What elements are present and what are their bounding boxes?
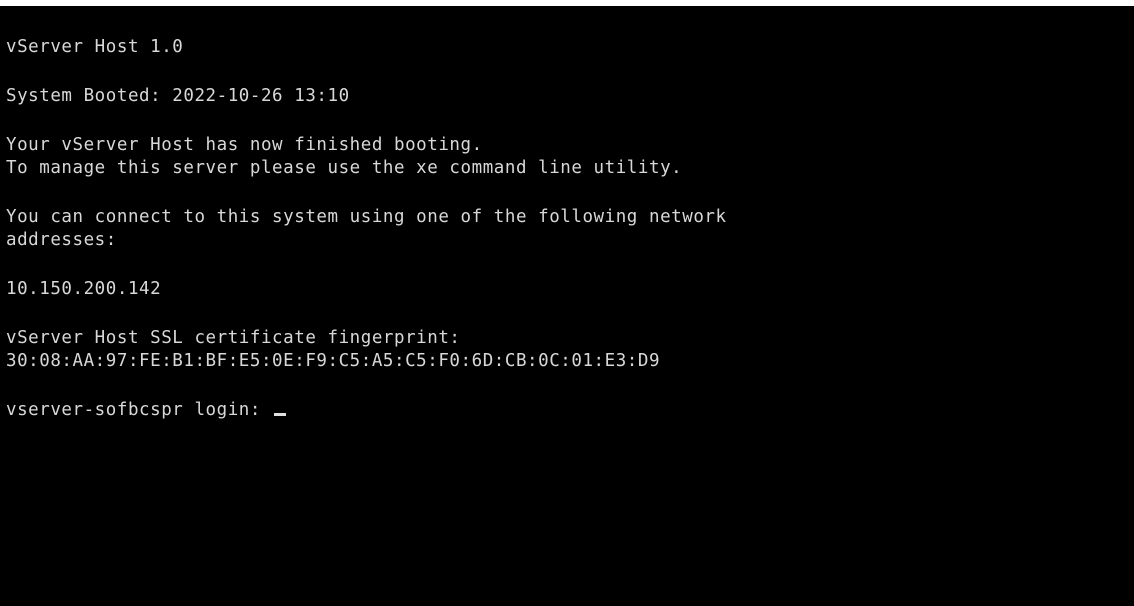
login-line[interactable]: vserver-sofbcspr login: — [6, 399, 287, 421]
host-title: vServer Host 1.0 — [6, 37, 184, 57]
text-cursor[interactable] — [274, 413, 287, 416]
boot-message: Your vServer Host has now finished booti… — [6, 135, 483, 155]
ssl-fingerprint: 30:08:AA:97:FE:B1:BF:E5:0E:F9:C5:A5:C5:F… — [6, 351, 661, 371]
ip-address: 10.150.200.142 — [6, 279, 162, 299]
ssl-fingerprint-label: vServer Host SSL certificate fingerprint… — [6, 328, 461, 348]
terminal-console[interactable]: vServer Host 1.0 System Booted: 2022-10-… — [0, 6, 1134, 606]
boot-time: System Booted: 2022-10-26 13:10 — [6, 86, 350, 106]
connect-info: You can connect to this system using one… — [6, 207, 727, 227]
xe-instructions: To manage this server please use the xe … — [6, 158, 683, 178]
login-prompt: vserver-sofbcspr login: — [6, 400, 273, 420]
connect-info-continued: addresses: — [6, 230, 117, 250]
